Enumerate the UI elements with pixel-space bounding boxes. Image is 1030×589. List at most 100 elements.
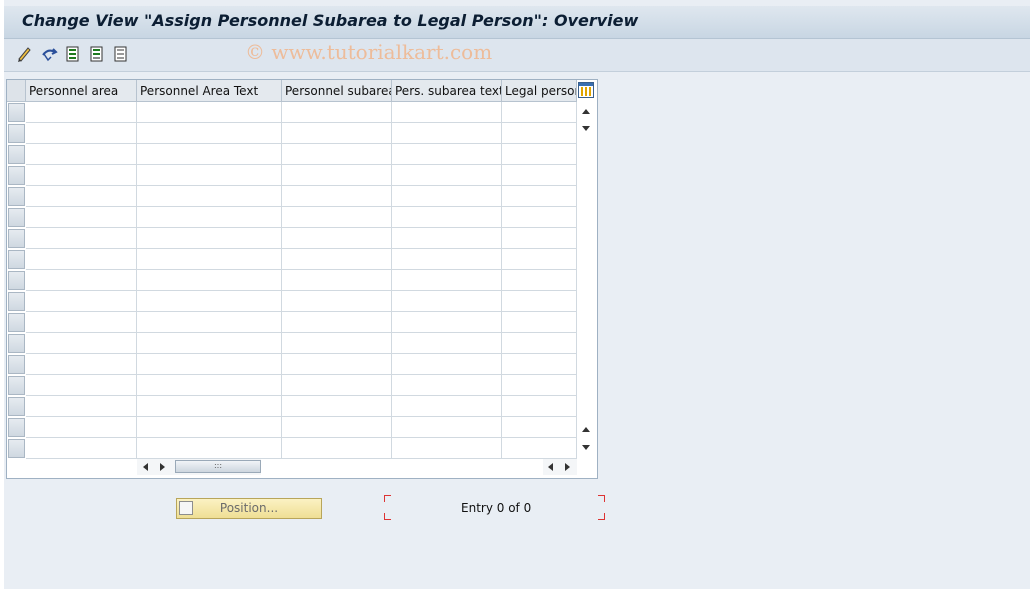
table-cell[interactable] [282,312,392,333]
table-cell[interactable] [137,270,282,291]
table-cell[interactable] [137,249,282,270]
vertical-scrollbar[interactable] [577,102,595,456]
table-cell[interactable] [392,249,502,270]
table-cell[interactable] [392,333,502,354]
row-selector[interactable] [8,334,25,353]
table-cell[interactable] [282,333,392,354]
select-all-corner[interactable] [7,80,26,102]
table-cell[interactable] [26,165,137,186]
table-cell[interactable] [392,207,502,228]
table-cell[interactable] [502,123,577,144]
table-cell[interactable] [502,375,577,396]
table-cell[interactable] [137,291,282,312]
row-selector[interactable] [8,229,25,248]
select-all-icon[interactable] [64,45,82,63]
table-cell[interactable] [26,228,137,249]
table-cell[interactable] [26,249,137,270]
scroll-page-down-icon[interactable] [582,445,590,450]
table-cell[interactable] [392,396,502,417]
table-cell[interactable] [26,102,137,123]
table-cell[interactable] [26,333,137,354]
row-selector[interactable] [8,418,25,437]
table-cell[interactable] [26,207,137,228]
table-cell[interactable] [137,186,282,207]
table-cell[interactable] [502,270,577,291]
table-cell[interactable] [282,291,392,312]
table-cell[interactable] [502,312,577,333]
table-cell[interactable] [392,312,502,333]
table-cell[interactable] [282,354,392,375]
table-cell[interactable] [282,228,392,249]
table-cell[interactable] [502,144,577,165]
column-header-pers-subarea-text[interactable]: Pers. subarea text [392,80,502,102]
table-cell[interactable] [282,144,392,165]
table-settings-icon[interactable] [578,82,594,98]
table-cell[interactable] [282,438,392,459]
table-cell[interactable] [392,228,502,249]
table-cell[interactable] [502,165,577,186]
table-cell[interactable] [502,354,577,375]
table-cell[interactable] [392,144,502,165]
row-selector[interactable] [8,124,25,143]
table-cell[interactable] [26,417,137,438]
table-cell[interactable] [137,102,282,123]
table-cell[interactable] [137,228,282,249]
table-cell[interactable] [282,165,392,186]
row-selector[interactable] [8,313,25,332]
table-cell[interactable] [137,165,282,186]
table-cell[interactable] [392,123,502,144]
horizontal-scroll-thumb[interactable]: ::: [175,460,261,473]
horizontal-scroll-track[interactable] [261,459,543,475]
column-header-legal-person[interactable]: Legal person [502,80,577,102]
table-cell[interactable] [502,207,577,228]
table-cell[interactable] [137,312,282,333]
column-header-personnel-area-text[interactable]: Personnel Area Text [137,80,282,102]
row-selector[interactable] [8,250,25,269]
table-cell[interactable] [392,438,502,459]
scroll-right-icon[interactable] [160,463,165,471]
column-header-personnel-subarea[interactable]: Personnel subarea [282,80,392,102]
table-cell[interactable] [26,375,137,396]
position-button[interactable]: Position... [176,498,322,519]
table-cell[interactable] [26,186,137,207]
deselect-all-icon[interactable] [112,45,130,63]
table-cell[interactable] [137,333,282,354]
select-block-icon[interactable] [88,45,106,63]
table-cell[interactable] [502,186,577,207]
table-cell[interactable] [137,123,282,144]
table-cell[interactable] [26,354,137,375]
table-cell[interactable] [26,396,137,417]
row-selector[interactable] [8,292,25,311]
scroll-left-icon[interactable] [143,463,148,471]
table-cell[interactable] [502,333,577,354]
table-cell[interactable] [282,102,392,123]
table-cell[interactable] [392,375,502,396]
table-cell[interactable] [282,249,392,270]
scroll-page-up-icon[interactable] [582,427,590,432]
table-cell[interactable] [502,438,577,459]
table-cell[interactable] [392,186,502,207]
row-selector[interactable] [8,271,25,290]
table-cell[interactable] [26,123,137,144]
scroll-down-icon[interactable] [582,126,590,131]
row-selector[interactable] [8,376,25,395]
table-cell[interactable] [26,270,137,291]
table-cell[interactable] [282,186,392,207]
table-cell[interactable] [137,396,282,417]
table-cell[interactable] [502,396,577,417]
row-selector[interactable] [8,187,25,206]
table-cell[interactable] [137,144,282,165]
table-cell[interactable] [26,291,137,312]
row-selector[interactable] [8,103,25,122]
table-cell[interactable] [392,270,502,291]
row-selector[interactable] [8,355,25,374]
table-cell[interactable] [26,438,137,459]
change-display-icon[interactable] [16,45,34,63]
row-selector[interactable] [8,166,25,185]
table-cell[interactable] [502,102,577,123]
table-cell[interactable] [282,417,392,438]
scroll-far-right-icon[interactable] [565,463,570,471]
table-cell[interactable] [502,249,577,270]
table-cell[interactable] [282,270,392,291]
table-cell[interactable] [282,375,392,396]
